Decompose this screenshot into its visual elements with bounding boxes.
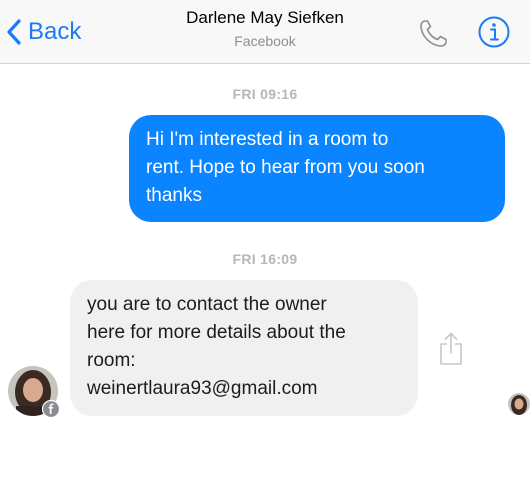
contact-name: Darlene May Siefken [186,8,344,27]
message-line: thanks [146,185,202,206]
message-timestamp: FRI 09:16 [232,86,298,102]
info-icon [478,16,510,48]
back-button[interactable]: Back [6,14,81,50]
call-button[interactable] [416,17,450,51]
message-line: rent. Hope to hear from you soon [146,157,425,178]
share-icon [440,332,462,365]
message-line: room: [87,350,136,371]
chevron-left-icon [7,19,21,45]
read-receipt-photo [508,393,530,415]
message-line: here for more details about the [87,322,346,343]
message-email-link[interactable]: weinertlaura93@gmail.com [87,375,404,403]
back-button-label: Back [28,18,82,45]
facebook-icon [42,400,60,418]
message-line: you are to contact the owner [87,294,327,315]
contact-header[interactable]: Darlene May Siefken Facebook [140,8,390,50]
phone-icon [420,20,447,47]
incoming-message-bubble[interactable]: you are to contact the owner here for mo… [70,280,418,416]
messenger-conversation-screen: Back Darlene May Siefken Facebook FRI 09… [0,0,530,479]
share-button[interactable] [436,331,466,367]
navigation-bar: Back Darlene May Siefken Facebook [0,0,530,64]
read-receipt-avatar [508,393,530,415]
sender-avatar[interactable] [8,366,60,418]
contact-source: Facebook [234,33,296,49]
message-timestamp: FRI 16:09 [232,251,298,267]
message-line: Hi I'm interested in a room to [146,129,389,150]
info-button[interactable] [478,16,510,48]
outgoing-message-bubble[interactable]: Hi I'm interested in a room to rent. Hop… [129,115,505,222]
